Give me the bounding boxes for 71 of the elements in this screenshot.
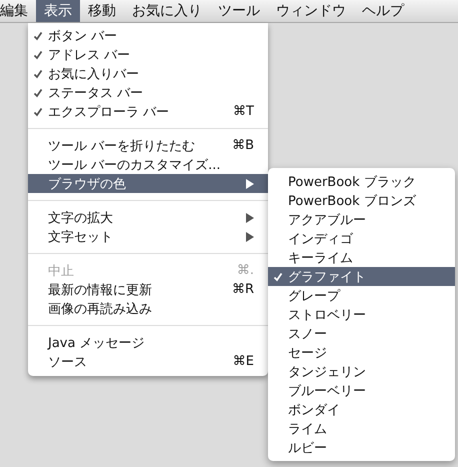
menu-item[interactable]: 文字の拡大: [28, 208, 268, 227]
shortcut-label: ⌘R: [232, 282, 254, 297]
menu-item[interactable]: ツール バーのカスタマイズ...: [28, 155, 268, 174]
menu-item[interactable]: エクスプローラ バー ⌘T: [28, 102, 268, 121]
menu-item-label: 最新の情報に更新: [48, 282, 153, 298]
menu-item[interactable]: ルビー: [268, 438, 455, 457]
menu-item[interactable]: ボンダイ: [268, 400, 455, 419]
shortcut-label: ⌘.: [236, 263, 254, 278]
menu-item[interactable]: ソース ⌘E: [28, 352, 268, 371]
shortcut-label: ⌘B: [232, 138, 254, 153]
menu-item-label: アクアブルー: [288, 212, 367, 228]
menu-item-label: 文字セット: [48, 228, 114, 246]
menu-bar-item[interactable]: 表示: [36, 0, 80, 22]
menu-item-label: アドレス バー: [48, 46, 132, 64]
menu-item-label: ストロベリー: [288, 306, 367, 324]
menu-item-label: ブラウザの色: [48, 176, 127, 192]
menu-item-label: PowerBook ブロンズ: [288, 192, 417, 210]
menu-item-label: ブルーベリー: [288, 382, 367, 400]
menu-item-label: エクスプローラ バー: [48, 104, 170, 120]
menu-item-label: ツール バーのカスタマイズ...: [48, 156, 222, 174]
menu-item[interactable]: セージ: [268, 343, 455, 362]
menu-item-label: ボタン バー: [48, 28, 118, 44]
menu-item[interactable]: ストロベリー: [268, 305, 455, 324]
menu-item[interactable]: インディゴ: [268, 229, 455, 248]
menu-item[interactable]: グレープ: [268, 286, 455, 305]
menu-item[interactable]: 文字セット: [28, 227, 268, 246]
menu-item[interactable]: 最新の情報に更新 ⌘R: [28, 280, 268, 299]
menu-item[interactable]: スノー: [268, 324, 455, 343]
menu-item[interactable]: ブルーベリー: [268, 381, 455, 400]
menu-item-label: ツール バーを折りたたむ: [48, 138, 196, 154]
menu-item-label: セージ: [288, 344, 328, 362]
menu-item[interactable]: お気に入りバー: [28, 64, 268, 83]
menu-item-label: ボンダイ: [288, 402, 341, 418]
menu-item[interactable]: タンジェリン: [268, 362, 455, 381]
menu-bar-item[interactable]: ヘルプ: [354, 0, 412, 22]
menu-item[interactable]: ツール バーを折りたたむ ⌘B: [28, 136, 268, 155]
menu-item[interactable]: キーライム: [268, 248, 455, 267]
menu-item-label: 画像の再読み込み: [48, 300, 153, 318]
menu-bar-item[interactable]: ツール: [210, 0, 268, 22]
menu-item-label: PowerBook ブラック: [288, 174, 417, 190]
menu-item-label: 文字の拡大: [48, 210, 114, 226]
menu-item-label: 中止: [48, 262, 75, 280]
menu-item[interactable]: ライム: [268, 419, 455, 438]
menu-bar-item[interactable]: 移動: [80, 0, 124, 22]
menu-item[interactable]: アドレス バー: [28, 45, 268, 64]
menu-item-label: ルビー: [288, 440, 328, 456]
shortcut-label: ⌘E: [232, 354, 254, 369]
menu-bar-item[interactable]: お気に入り: [124, 0, 210, 22]
menu-item-label: ライム: [288, 420, 328, 438]
menu-item-label: ソース: [48, 354, 88, 370]
menu-item-label: スノー: [288, 326, 328, 342]
menu-item-label: タンジェリン: [288, 364, 367, 380]
menu-item[interactable]: ステータス バー: [28, 83, 268, 102]
menu-item[interactable]: ブラウザの色: [28, 174, 268, 193]
menu-bar-item[interactable]: ウィンドウ: [268, 0, 354, 22]
menu-item-label: お気に入りバー: [48, 66, 140, 82]
menu-item[interactable]: Java メッセージ: [28, 333, 268, 352]
menu-item[interactable]: PowerBook ブラック: [268, 172, 455, 191]
menu-item[interactable]: アクアブルー: [268, 210, 455, 229]
menu-item-label: ステータス バー: [48, 84, 144, 102]
menu-item[interactable]: ボタン バー: [28, 26, 268, 45]
shortcut-label: ⌘T: [233, 104, 254, 119]
menu-item[interactable]: グラファイト: [268, 267, 455, 286]
menu-item[interactable]: 画像の再読み込み: [28, 299, 268, 318]
menu-item[interactable]: PowerBook ブロンズ: [268, 191, 455, 210]
menu-item-label: グレープ: [288, 288, 342, 304]
menu-bar-item[interactable]: 編集: [0, 0, 36, 22]
menu-item-label: キーライム: [288, 250, 354, 266]
menu-item-label: インディゴ: [288, 230, 354, 248]
menu-item-label: グラファイト: [288, 268, 367, 286]
menu-item-label: Java メッセージ: [48, 334, 146, 352]
